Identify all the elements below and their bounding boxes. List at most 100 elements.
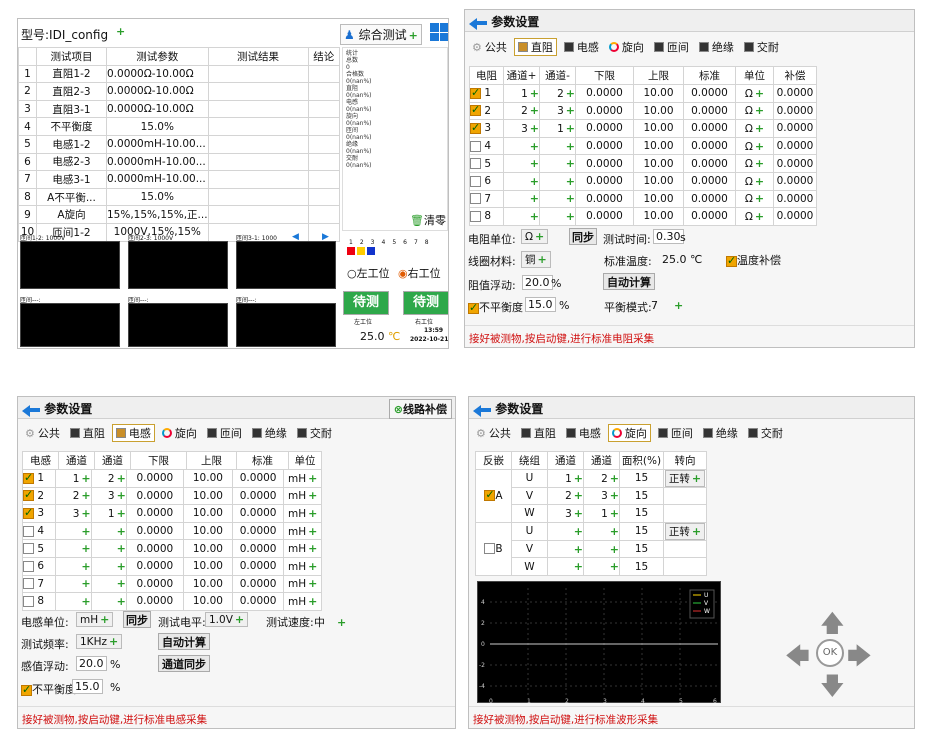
nav-down-icon[interactable]: 🡇 (820, 669, 845, 710)
table-row[interactable]: 2 直阻2-3 0.0000Ω-10.00Ω (18, 82, 341, 101)
tab-resistance[interactable]: 直阻 (513, 38, 557, 56)
row-checkbox[interactable]: 3 (21, 504, 57, 523)
unit-select[interactable]: Ω + (521, 229, 549, 244)
tab-rotation[interactable]: 旋向 (159, 424, 200, 442)
table-row[interactable]: 33+1+0.000010.000.0000mH+ (21, 504, 322, 523)
table-row[interactable]: 4 不平衡度 15.0% (18, 117, 341, 136)
row-checkbox[interactable]: 3 (469, 119, 504, 138)
nav-right-icon[interactable]: 🡆 (847, 639, 872, 680)
table-row[interactable]: 4 + +0.0000 10.00 0.0000 Ω +0.0000 (469, 136, 817, 156)
tab-hipot[interactable]: 交耐 (294, 424, 335, 442)
tab-insulation[interactable]: 绝缘 (696, 38, 737, 56)
dir-select[interactable]: 正转 + (663, 521, 707, 541)
channel-sync-button[interactable]: 通道同步 (158, 655, 210, 672)
nav-ok-button[interactable]: OK (816, 639, 844, 667)
auto-calc-button[interactable]: 自动计算 (603, 273, 655, 290)
balance-mode-select[interactable]: 7 + (651, 299, 683, 312)
tab-common[interactable]: ⚙ 公共 (22, 424, 63, 442)
line-comp-button[interactable]: ⊗线路补偿 (388, 399, 452, 419)
table-row[interactable]: 22+3+0.000010.000.0000Ω+0.0000 (469, 101, 817, 121)
table-row[interactable]: 22+3+0.000010.000.0000mH+ (21, 486, 322, 506)
temp-comp-checkbox[interactable]: 温度补偿 (726, 252, 781, 268)
unit-select[interactable]: mH + (283, 539, 322, 558)
unit-select[interactable]: Ω + (735, 101, 774, 121)
unit-select[interactable]: mH + (283, 504, 322, 523)
unbalance-field[interactable]: 15.0 (72, 679, 103, 694)
tab-resistance[interactable]: 直阻 (518, 424, 559, 442)
tab-interturn[interactable]: 匝间 (655, 424, 696, 442)
unit-select[interactable]: Ω + (735, 189, 774, 209)
row-checkbox[interactable]: 6 (469, 171, 504, 191)
table-row[interactable]: 7 + +0.0000 10.00 0.0000 Ω +0.0000 (469, 189, 817, 209)
nav-left-icon[interactable]: 🡄 (785, 639, 810, 680)
row-checkbox[interactable]: 8 (21, 592, 57, 611)
table-row[interactable]: 5 + +0.0000 10.00 0.0000 Ω +0.0000 (469, 154, 817, 173)
clear-button[interactable]: 🗑清零 (410, 212, 446, 228)
group-a-checkbox[interactable]: A (475, 468, 512, 523)
tab-hipot[interactable]: 交耐 (741, 38, 782, 56)
table-row[interactable]: 9 A旋向 15%,15%,15%,正... (18, 205, 341, 224)
tab-interturn[interactable]: 匝间 (651, 38, 692, 56)
table-row[interactable]: 3 直阻3-1 0.0000Ω-10.00Ω (18, 99, 341, 119)
table-row[interactable]: 8 + +0.0000 10.00 0.0000 Ω +0.0000 (469, 207, 817, 226)
row-checkbox[interactable]: 8 (469, 207, 504, 226)
material-select[interactable]: 铜 + (521, 251, 551, 268)
tab-rotation[interactable]: 旋向 (607, 424, 651, 442)
unit-select[interactable]: mH + (283, 521, 322, 541)
unit-select[interactable]: Ω + (735, 171, 774, 191)
row-checkbox[interactable]: 5 (469, 154, 504, 173)
sync-button[interactable]: 同步 (569, 228, 597, 245)
unit-select[interactable]: mH + (283, 574, 322, 594)
table-row[interactable]: 11+2+0.000010.000.0000mH+ (21, 469, 322, 488)
tab-insulation[interactable]: 绝缘 (700, 424, 741, 442)
unbalance-checkbox[interactable]: 不平衡度 (21, 681, 76, 697)
unit-select[interactable]: Ω + (735, 207, 774, 226)
table-row[interactable]: 6 电感2-3 0.0000mH-10.00... (18, 152, 341, 172)
unit-select[interactable]: mH + (283, 469, 322, 488)
test-time-field[interactable]: 0.30 (653, 229, 684, 244)
row-checkbox[interactable]: 4 (469, 136, 504, 156)
group-b-checkbox[interactable]: B (475, 521, 512, 576)
row-checkbox[interactable]: 5 (21, 539, 57, 558)
dir-select[interactable]: 正转 + (663, 468, 707, 488)
tab-common[interactable]: ⚙ 公共 (473, 424, 514, 442)
row-checkbox[interactable]: 1 (469, 84, 504, 103)
tab-interturn[interactable]: 匝间 (204, 424, 245, 442)
auto-calc-button[interactable]: 自动计算 (158, 633, 210, 650)
unit-select[interactable]: Ω + (735, 136, 774, 156)
row-checkbox[interactable]: 6 (21, 556, 57, 576)
table-row[interactable]: 4 + +0.0000 10.00 0.0000 mH + (21, 521, 322, 541)
table-row[interactable]: 7 + +0.0000 10.00 0.0000 mH + (21, 574, 322, 594)
float-field[interactable]: 20.0 (522, 275, 553, 290)
table-row[interactable]: 11+2+0.000010.000.0000Ω+0.0000 (469, 84, 817, 103)
tab-inductance[interactable]: 电感 (561, 38, 602, 56)
table-row[interactable]: 6 + +0.0000 10.00 0.0000 mH + (21, 556, 322, 576)
table-row[interactable]: 8 + +0.0000 10.00 0.0000 mH + (21, 592, 322, 611)
unit-select[interactable]: Ω + (735, 84, 774, 103)
float-field[interactable]: 20.0 (76, 656, 107, 671)
tab-resistance[interactable]: 直阻 (67, 424, 108, 442)
unbalance-checkbox[interactable]: 不平衡度 (468, 299, 523, 315)
back-button[interactable]: 参数设置 (22, 400, 92, 417)
unit-select[interactable]: Ω + (735, 119, 774, 138)
unit-select[interactable]: mH + (283, 556, 322, 576)
table-row[interactable]: 1 直阻1-2 0.0000Ω-10.00Ω (18, 64, 341, 84)
back-button[interactable]: 参数设置 (473, 400, 543, 417)
row-checkbox[interactable]: 2 (21, 486, 57, 506)
unit-select[interactable]: Ω + (735, 154, 774, 173)
table-row[interactable]: B U + + 15 正转 + (475, 521, 707, 576)
comp-test-selector[interactable]: ♟ 综合测试 + (340, 24, 422, 45)
unbalance-field[interactable]: 15.0 (525, 297, 556, 312)
row-checkbox[interactable]: 2 (469, 101, 504, 121)
right-station-radio[interactable]: ◉右工位 (398, 265, 441, 281)
tab-rotation[interactable]: 旋向 (606, 38, 647, 56)
table-row[interactable]: 5 电感1-2 0.0000mH-10.00... (18, 134, 341, 154)
left-station-radio[interactable]: ○左工位 (347, 265, 390, 281)
tab-hipot[interactable]: 交耐 (745, 424, 786, 442)
left-wait-button[interactable]: 待测 (343, 291, 389, 315)
grid-menu-icon[interactable] (430, 23, 448, 41)
level-select[interactable]: 1.0V + (205, 612, 249, 627)
table-row[interactable]: 8 A不平衡... 15.0% (18, 187, 341, 207)
table-row[interactable]: A U 1+ 2+ 15 正转+ (475, 468, 707, 523)
unit-select[interactable]: mH + (283, 486, 322, 506)
